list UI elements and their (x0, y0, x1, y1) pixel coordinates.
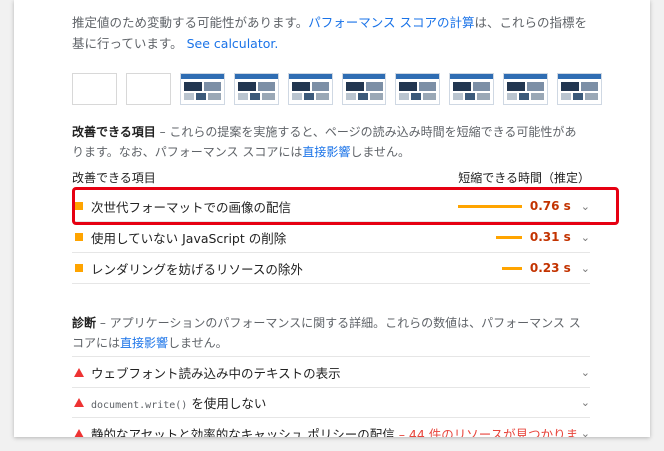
opportunities-direct-impact-link[interactable]: 直接影響 (302, 145, 350, 159)
code-snippet: document.write() (91, 399, 188, 411)
col-opportunity: 改善できる項目 (72, 171, 156, 185)
filmstrip-frame (287, 73, 333, 105)
opportunity-label: レンダリングを妨げるリソースの除外 (91, 261, 303, 277)
filmstrip-frame (341, 73, 387, 105)
opportunities-desc-end: しません。 (350, 145, 411, 159)
intro-text-1: 推定値のため変動する可能性があります。 (72, 15, 309, 30)
average-square-icon (75, 264, 83, 272)
opportunities-column-header: 改善できる項目 短縮できる時間（推定） (72, 169, 590, 186)
diagnostic-row[interactable]: document.write() を使用しない ⌄ (72, 387, 590, 418)
filmstrip-frame (125, 73, 171, 105)
diagnostic-label-text: を使用しない (191, 395, 267, 411)
diagnostic-row[interactable]: ウェブフォント読み込み中のテキストの表示 ⌄ (72, 356, 590, 388)
chevron-down-icon[interactable]: ⌄ (581, 262, 590, 275)
savings-value: 0.31 s (529, 230, 571, 244)
diagnostic-label: document.write() を使用しない (91, 393, 581, 412)
diagnostics-title: 診断 (72, 316, 97, 330)
savings-value: 0.23 s (529, 261, 571, 275)
diagnostic-row[interactable]: 静的なアセットと効率的なキャッシュ ポリシーの配信 – 44 件のリソースが見つ… (72, 418, 590, 437)
filmstrip-frame (449, 73, 495, 105)
opportunities-title: 改善できる項目 (72, 125, 156, 139)
opportunities-header: 改善できる項目 – これらの提案を実施すると、ページの読み込み時間を短縮できる可… (72, 122, 582, 162)
filmstrip-frame (179, 73, 225, 105)
chevron-down-icon[interactable]: ⌄ (581, 427, 590, 438)
diagnostics-direct-impact-link[interactable]: 直接影響 (120, 336, 168, 350)
chevron-down-icon[interactable]: ⌄ (581, 231, 590, 244)
filmstrip-frame (557, 73, 603, 105)
filmstrip-frame (395, 73, 441, 105)
diagnostic-label: 静的なアセットと効率的なキャッシュ ポリシーの配信 – 44 件のリソースが見つ… (91, 424, 581, 438)
diagnostic-label: ウェブフォント読み込み中のテキストの表示 (91, 365, 341, 381)
fail-triangle-icon (74, 397, 84, 407)
intro-text: 推定値のため変動する可能性があります。パフォーマンス スコアの計算は、これらの指… (72, 12, 592, 54)
fail-triangle-icon (74, 428, 84, 437)
lighthouse-panel: 推定値のため変動する可能性があります。パフォーマンス スコアの計算は、これらの指… (14, 0, 650, 437)
diagnostics-header: 診断 – アプリケーションのパフォーマンスに関する詳細。これらの数値は、パフォー… (72, 313, 592, 353)
opportunity-row[interactable]: レンダリングを妨げるリソースの除外 0.23 s ⌄ (72, 253, 590, 284)
col-estimated-savings: 短縮できる時間（推定） (458, 171, 590, 185)
fail-triangle-icon (74, 367, 84, 377)
filmstrip-frame (72, 73, 117, 105)
opportunity-label: 使用していない JavaScript の削除 (91, 230, 287, 246)
opportunity-row[interactable]: 使用していない JavaScript の削除 0.31 s ⌄ (72, 222, 590, 253)
score-calculation-link[interactable]: パフォーマンス スコアの計算 (308, 15, 474, 30)
filmstrip-frame (503, 73, 549, 105)
see-calculator-link[interactable]: See calculator. (187, 36, 279, 51)
diagnostics-desc-end: しません。 (168, 336, 228, 350)
savings-bar (501, 266, 522, 270)
highlight-box (72, 187, 619, 225)
filmstrip-frame (233, 73, 279, 105)
chevron-down-icon[interactable]: ⌄ (581, 366, 590, 379)
diagnostic-warning: – 44 件のリソースが見つかりました (398, 426, 581, 438)
chevron-down-icon[interactable]: ⌄ (581, 396, 590, 409)
diagnostic-label-text: 静的なアセットと効率的なキャッシュ ポリシーの配信 (91, 426, 395, 438)
average-square-icon (75, 233, 83, 241)
savings-bar (495, 235, 522, 239)
filmstrip (72, 73, 603, 105)
